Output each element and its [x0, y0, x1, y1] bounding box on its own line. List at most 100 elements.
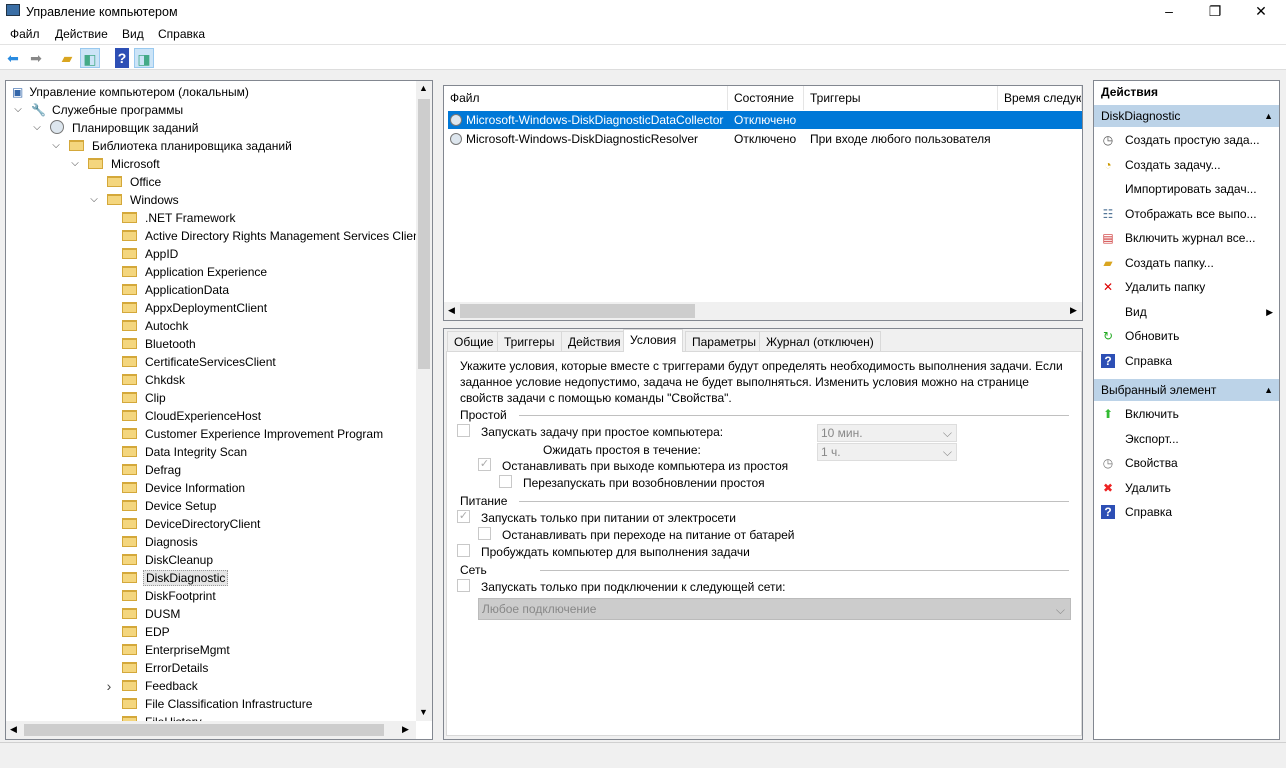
tree-item[interactable]: CertificateServicesClient	[122, 353, 278, 371]
action-item[interactable]: ▤ Включить журнал все...	[1094, 226, 1279, 250]
action-item[interactable]: ◔ Создать задачу...	[1094, 153, 1279, 177]
tree-item[interactable]: DiskDiagnostic	[122, 569, 229, 587]
scroll-left-icon[interactable]: ◀	[448, 305, 455, 316]
action-item[interactable]: Вид ▶	[1094, 300, 1279, 324]
tree-item[interactable]: EnterpriseMgmt	[122, 641, 232, 659]
wait-duration-select[interactable]: 1 ч. ⌵	[817, 443, 957, 461]
tree-item[interactable]: File Classification Infrastructure	[122, 695, 314, 713]
tree-item[interactable]: ⌵ Планировщик заданий	[33, 119, 200, 137]
tree-item[interactable]: ▣ Управление компьютером (локальным)	[12, 83, 251, 101]
tree-item[interactable]: ⌵ 🔧 Служебные программы	[14, 101, 185, 119]
action-item[interactable]: Импортировать задач...	[1094, 177, 1279, 201]
tree-item[interactable]: DUSM	[122, 605, 182, 623]
scroll-right-icon[interactable]: ▶	[402, 724, 409, 735]
action-item[interactable]: ↻ Обновить	[1094, 324, 1279, 348]
ac-only-checkbox[interactable]: ✓	[457, 510, 470, 523]
tree-item[interactable]: Application Experience	[122, 263, 269, 281]
tree-item[interactable]: › Feedback	[107, 677, 200, 695]
tree-vertical-scrollbar[interactable]: ▲ ▼	[416, 81, 432, 721]
actions-section-selected[interactable]: Выбранный элемент ▲	[1094, 379, 1279, 401]
tree-item[interactable]: Defrag	[122, 461, 183, 479]
restart-idle-checkbox[interactable]	[499, 475, 512, 488]
back-icon[interactable]: ⬅	[3, 48, 23, 68]
idle-duration-select[interactable]: 10 мин. ⌵	[817, 424, 957, 442]
scroll-thumb[interactable]	[460, 304, 695, 318]
menu-action[interactable]: Действие	[55, 27, 108, 41]
tree-item[interactable]: DeviceDirectoryClient	[122, 515, 262, 533]
tree-item[interactable]: CloudExperienceHost	[122, 407, 263, 425]
tab-5[interactable]: Журнал (отключен)	[759, 331, 881, 351]
tree-item[interactable]: Bluetooth	[122, 335, 198, 353]
chevron-down-icon[interactable]: ⌵	[31, 119, 43, 137]
collapse-icon[interactable]: ▲	[1264, 379, 1273, 401]
menu-help[interactable]: Справка	[158, 27, 205, 41]
scroll-up-icon[interactable]: ▲	[419, 83, 428, 93]
actions-section-diskdiagnostic[interactable]: DiskDiagnostic ▲	[1094, 105, 1279, 127]
action-item[interactable]: ⬆ Включить	[1094, 402, 1279, 426]
network-select[interactable]: Любое подключение ⌵	[478, 598, 1071, 620]
column-header-triggers[interactable]: Триггеры	[804, 86, 998, 110]
scroll-down-icon[interactable]: ▼	[419, 707, 428, 717]
collapse-icon[interactable]: ▲	[1264, 105, 1273, 127]
show-hide-actions-icon[interactable]: ◨	[134, 48, 154, 68]
tree-item[interactable]: ApplicationData	[122, 281, 231, 299]
chevron-down-icon[interactable]: ⌵	[12, 101, 24, 119]
wake-checkbox[interactable]	[457, 544, 470, 557]
tab-3[interactable]: Условия	[623, 329, 684, 352]
tab-0[interactable]: Общие	[447, 331, 501, 351]
menu-view[interactable]: Вид	[122, 27, 144, 41]
action-item[interactable]: ▰ Создать папку...	[1094, 251, 1279, 275]
minimize-button[interactable]: –	[1146, 0, 1192, 22]
action-item[interactable]: ? Справка	[1094, 500, 1279, 524]
tree-item[interactable]: Diagnosis	[122, 533, 200, 551]
tree-item[interactable]: ⌵ Библиотека планировщика заданий	[52, 137, 294, 155]
action-item[interactable]: ✖ Удалить	[1094, 476, 1279, 500]
tree-item[interactable]: Office	[107, 173, 163, 191]
chevron-down-icon[interactable]: ⌵	[50, 137, 62, 155]
tab-4[interactable]: Параметры	[685, 331, 763, 351]
tree-item[interactable]: EDP	[122, 623, 172, 641]
task-row[interactable]: Microsoft-Windows-DiskDiagnosticResolver…	[448, 130, 1082, 148]
stop-on-exit-checkbox[interactable]: ✓	[478, 458, 491, 471]
action-item[interactable]: ◷ Создать простую зада...	[1094, 128, 1279, 152]
tree-item[interactable]: ⌵ Windows	[90, 191, 181, 209]
tree-item[interactable]: Autochk	[122, 317, 190, 335]
tree-item[interactable]: Active Directory Rights Management Servi…	[122, 227, 425, 245]
show-hide-tree-icon[interactable]: ◧	[80, 48, 100, 68]
tree-item[interactable]: AppxDeploymentClient	[122, 299, 269, 317]
forward-icon[interactable]: ➡	[26, 48, 46, 68]
column-header-file[interactable]: Файл	[444, 86, 728, 110]
menu-file[interactable]: Файл	[10, 27, 40, 41]
task-row[interactable]: Microsoft-Windows-DiskDiagnosticDataColl…	[448, 111, 1082, 129]
tree-item[interactable]: Device Setup	[122, 497, 218, 515]
action-item[interactable]: ☷ Отображать все выпо...	[1094, 202, 1279, 226]
tree-item[interactable]: DiskFootprint	[122, 587, 218, 605]
action-item[interactable]: ✕ Удалить папку	[1094, 275, 1279, 299]
tree-item[interactable]: ErrorDetails	[122, 659, 210, 677]
scroll-thumb[interactable]	[418, 99, 430, 369]
tree-item[interactable]: AppID	[122, 245, 180, 263]
tree-item[interactable]: DiskCleanup	[122, 551, 215, 569]
tab-1[interactable]: Триггеры	[497, 331, 562, 351]
start-idle-checkbox[interactable]	[457, 424, 470, 437]
chevron-down-icon[interactable]: ⌵	[69, 155, 81, 173]
action-item[interactable]: Экспорт...	[1094, 427, 1279, 451]
column-header-next-run[interactable]: Время следую	[998, 86, 1082, 110]
task-list-horizontal-scrollbar[interactable]: ◀ ▶	[444, 302, 1082, 320]
tab-2[interactable]: Действия	[561, 331, 628, 351]
tree-item[interactable]: Chkdsk	[122, 371, 187, 389]
maximize-button[interactable]: ❐	[1192, 0, 1238, 22]
chevron-down-icon[interactable]: ⌵	[88, 191, 100, 209]
action-item[interactable]: ◷ Свойства	[1094, 451, 1279, 475]
tree-item[interactable]: Data Integrity Scan	[122, 443, 249, 461]
close-button[interactable]: ✕	[1238, 0, 1284, 22]
tree-item[interactable]: Device Information	[122, 479, 247, 497]
stop-battery-checkbox[interactable]	[478, 527, 491, 540]
scroll-right-icon[interactable]: ▶	[1070, 305, 1077, 316]
network-only-checkbox[interactable]	[457, 579, 470, 592]
tree-item[interactable]: .NET Framework	[122, 209, 237, 227]
action-item[interactable]: ? Справка	[1094, 349, 1279, 373]
tree-horizontal-scrollbar[interactable]: ◀ ▶	[6, 721, 416, 739]
scroll-left-icon[interactable]: ◀	[10, 724, 17, 735]
tree-item[interactable]: Customer Experience Improvement Program	[122, 425, 385, 443]
